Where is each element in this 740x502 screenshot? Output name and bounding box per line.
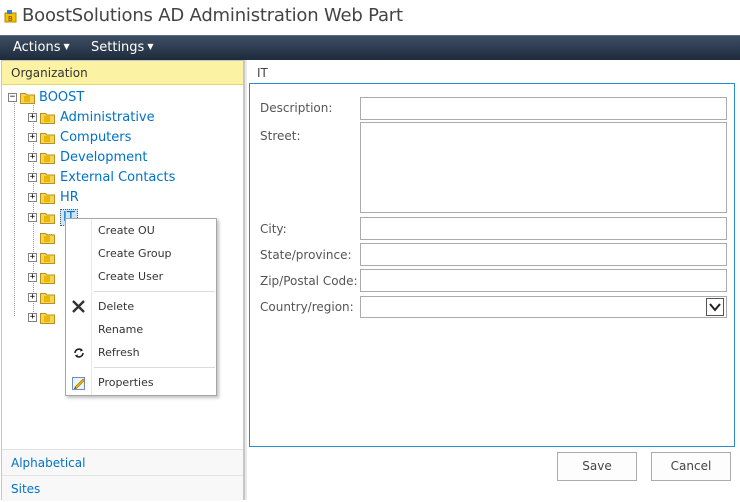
alphabetical-tab-label: Alphabetical: [11, 456, 86, 470]
chevron-down-icon: [709, 303, 721, 312]
menu-item-label: Create OU: [98, 224, 155, 237]
alphabetical-tab[interactable]: Alphabetical: [2, 449, 243, 475]
tree-node-hr[interactable]: + HR: [28, 189, 228, 207]
organization-header-label: Organization: [11, 66, 88, 80]
folder-icon: [40, 173, 55, 184]
tree-context-menu: Create OU Create Group Create User Delet…: [65, 218, 217, 396]
tree-node-label: BOOST: [39, 90, 85, 105]
menu-item-label: Delete: [98, 300, 135, 313]
tree-node-hidden[interactable]: [28, 229, 68, 247]
tree-node-label: External Contacts: [60, 170, 176, 185]
menu-item-label: Properties: [98, 376, 154, 389]
settings-menu-label: Settings: [91, 40, 145, 55]
expand-icon[interactable]: +: [28, 313, 37, 322]
tree-node-hidden[interactable]: +: [28, 289, 68, 307]
organization-header[interactable]: Organization: [2, 61, 243, 85]
menu-item-label: Create User: [98, 270, 164, 283]
menu-item-label: Refresh: [98, 346, 140, 359]
actions-menu-label: Actions: [13, 40, 61, 55]
dropdown-button[interactable]: [706, 298, 724, 316]
menu-item-refresh[interactable]: Refresh: [66, 343, 216, 363]
expand-icon[interactable]: +: [28, 293, 37, 302]
folder-icon: [40, 273, 55, 284]
state-field[interactable]: [360, 243, 727, 266]
menu-item-create-user[interactable]: Create User: [66, 267, 216, 287]
menu-item-create-ou[interactable]: Create OU: [66, 221, 216, 241]
tree-node-administrative[interactable]: + Administrative: [28, 109, 228, 127]
caret-down-icon: ▼: [63, 42, 70, 51]
breadcrumb: IT: [257, 66, 268, 80]
tree-node-label: Computers: [60, 130, 132, 145]
description-field[interactable]: [360, 97, 727, 120]
expand-icon[interactable]: +: [28, 153, 37, 162]
menu-item-rename[interactable]: Rename: [66, 320, 216, 340]
menu-separator: [94, 291, 215, 292]
tree-node-hidden[interactable]: +: [28, 249, 68, 267]
cancel-button[interactable]: Cancel: [651, 452, 731, 481]
expand-icon[interactable]: +: [28, 193, 37, 202]
tree-node-computers[interactable]: + Computers: [28, 129, 228, 147]
tree-node-hidden[interactable]: +: [28, 309, 68, 327]
expand-icon[interactable]: +: [28, 113, 37, 122]
actions-menu[interactable]: Actions ▼: [13, 40, 70, 55]
folder-icon: [20, 93, 35, 104]
street-label: Street:: [260, 129, 301, 143]
folder-icon: [40, 313, 55, 324]
expand-icon[interactable]: +: [28, 173, 37, 182]
folder-icon: [40, 153, 55, 164]
caret-down-icon: ▼: [147, 42, 154, 51]
folder-icon: [40, 213, 55, 224]
folder-icon: [40, 233, 55, 244]
sites-tab[interactable]: Sites: [2, 475, 243, 501]
menu-item-label: Rename: [98, 323, 144, 336]
svg-text:B: B: [8, 15, 13, 23]
tree-node-hidden[interactable]: +: [28, 269, 68, 287]
zip-field[interactable]: [360, 269, 727, 292]
app-logo-icon: B: [4, 10, 17, 23]
city-label: City:: [260, 222, 287, 236]
page-title: BoostSolutions AD Administration Web Par…: [22, 5, 403, 26]
menu-item-properties[interactable]: Properties: [66, 373, 216, 393]
title-bar: B BoostSolutions AD Administration Web P…: [0, 0, 740, 35]
sites-tab-label: Sites: [11, 482, 41, 496]
tree-node-label: HR: [60, 190, 79, 205]
country-label: Country/region:: [260, 300, 354, 314]
refresh-icon: [74, 348, 84, 358]
collapse-icon[interactable]: −: [8, 93, 17, 102]
details-panel: IT Description: Street: City: State/prov…: [247, 60, 738, 500]
save-button[interactable]: Save: [557, 452, 637, 481]
folder-icon: [40, 293, 55, 304]
zip-label: Zip/Postal Code:: [260, 274, 358, 288]
tree-node-root[interactable]: − BOOST: [8, 89, 208, 107]
menu-separator: [94, 367, 215, 368]
city-field[interactable]: [360, 217, 727, 240]
street-field[interactable]: [360, 122, 727, 213]
tree-node-label: Administrative: [60, 110, 155, 125]
expand-icon[interactable]: +: [28, 273, 37, 282]
tree-node-external-contacts[interactable]: + External Contacts: [28, 169, 228, 187]
tree-node-development[interactable]: + Development: [28, 149, 228, 167]
tree-node-label: Development: [60, 150, 148, 165]
tree-connector: [14, 99, 15, 316]
folder-icon: [40, 133, 55, 144]
description-label: Description:: [260, 101, 333, 115]
expand-icon[interactable]: +: [28, 133, 37, 142]
country-select[interactable]: [360, 296, 727, 318]
folder-icon: [40, 193, 55, 204]
ou-properties-form: Description: Street: City: State/provinc…: [249, 83, 735, 447]
folder-icon: [40, 253, 55, 264]
settings-menu[interactable]: Settings ▼: [91, 40, 153, 55]
state-label: State/province:: [260, 248, 352, 262]
menu-item-create-group[interactable]: Create Group: [66, 244, 216, 264]
expand-icon[interactable]: +: [28, 253, 37, 262]
expand-icon[interactable]: +: [28, 213, 37, 222]
folder-icon: [40, 113, 55, 124]
delete-x-icon: [72, 300, 85, 313]
menu-item-delete[interactable]: Delete: [66, 297, 216, 317]
properties-icon: [72, 377, 85, 390]
menu-bar: Actions ▼ Settings ▼: [0, 35, 740, 60]
menu-item-label: Create Group: [98, 247, 172, 260]
